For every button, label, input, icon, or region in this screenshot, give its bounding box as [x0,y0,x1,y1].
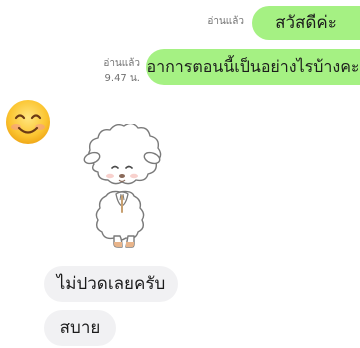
message-text: ไม่ปวดเลยครับ [56,273,166,294]
read-receipt: อ่านแล้ว [207,14,244,29]
read-status: อ่านแล้ว [207,16,244,27]
read-status: อ่านแล้ว [103,58,140,69]
smiling-face-icon [4,98,52,146]
message-text: อาการตอนนี้เป็นอย่างไรบ้างคะ [146,57,360,76]
message-time: 9.47 น. [104,73,140,84]
outgoing-message-bubble[interactable]: อาการตอนนี้เป็นอย่างไรบ้างคะ [146,49,360,85]
read-receipt: อ่านแล้ว 9.47 น. [103,56,140,86]
incoming-message-bubble[interactable]: สบาย [44,310,116,346]
incoming-message-bubble[interactable]: ไม่ปวดเลยครับ [44,266,178,302]
outgoing-message-bubble[interactable]: สวัสดีค่ะ [252,6,360,40]
message-text: สวัสดีค่ะ [275,12,337,33]
sheep-sticker-icon[interactable] [80,122,164,252]
message-text: สบาย [59,317,101,338]
